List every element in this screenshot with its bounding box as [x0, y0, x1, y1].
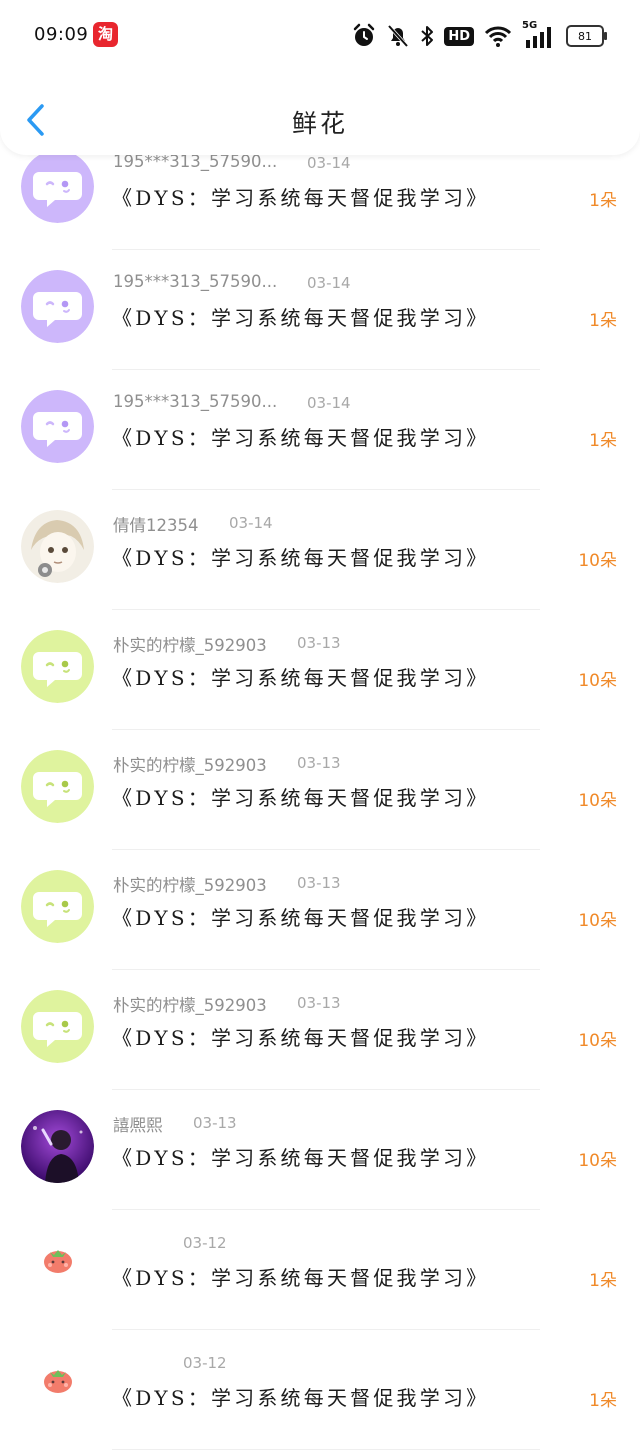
gift-date: 03-12 [183, 1234, 227, 1252]
flower-count: 10朵 [578, 911, 617, 931]
gift-date: 03-14 [307, 154, 351, 172]
flower-count: 10朵 [578, 551, 617, 571]
flower-count: 10朵 [578, 791, 617, 811]
flower-count: 1朵 [589, 431, 617, 451]
flower-count: 1朵 [589, 1391, 617, 1411]
flower-count: 1朵 [589, 311, 617, 331]
mute-bell-icon [388, 24, 409, 48]
avatar [21, 270, 94, 343]
book-title: 《DYS：学习系统每天督促我学习》 [112, 426, 490, 450]
list-item[interactable]: 195***313_57590... 03-14 《DYS：学习系统每天督促我学… [0, 370, 640, 490]
book-title: 《DYS：学习系统每天督促我学习》 [112, 1026, 490, 1050]
list-item[interactable]: 195***313_57590... 03-14 《DYS：学习系统每天督促我学… [0, 250, 640, 370]
gift-record-list: 195***313_57590... 03-14 《DYS：学习系统每天督促我学… [0, 130, 640, 1450]
user-name: 朴实的柠檬_592903 [113, 756, 267, 775]
alarm-icon [354, 23, 375, 46]
book-title: 《DYS：学习系统每天督促我学习》 [112, 306, 490, 330]
page-title: 鲜花 [291, 109, 348, 138]
avatar [38, 1240, 78, 1280]
avatar [21, 150, 94, 223]
user-name: 倩倩12354 [113, 516, 199, 535]
avatar [21, 990, 94, 1063]
avatar [21, 1110, 94, 1183]
list-item[interactable]: 03-12 《DYS：学习系统每天督促我学习》 1朵 [0, 1330, 640, 1450]
user-name: 朴实的柠檬_592903 [113, 636, 267, 655]
list-item[interactable]: 朴实的柠檬_592903 03-13 《DYS：学习系统每天督促我学习》 10朵 [0, 610, 640, 730]
book-title: 《DYS：学习系统每天督促我学习》 [112, 1146, 490, 1170]
gift-date: 03-13 [297, 634, 341, 652]
gift-date: 03-14 [307, 394, 351, 412]
avatar [21, 630, 94, 703]
book-title: 《DYS：学习系统每天督促我学习》 [112, 786, 490, 810]
flower-count: 10朵 [578, 671, 617, 691]
book-title: 《DYS：学习系统每天督促我学习》 [112, 1386, 490, 1410]
gift-date: 03-13 [297, 874, 341, 892]
gift-date: 03-13 [193, 1114, 237, 1132]
status-icons: HD 5G 81 [352, 20, 607, 50]
flower-count: 1朵 [589, 1271, 617, 1291]
avatar [21, 390, 94, 463]
list-item[interactable]: 倩倩12354 03-14 《DYS：学习系统每天督促我学习》 10朵 [0, 490, 640, 610]
battery-icon: 81 [566, 25, 607, 47]
avatar [21, 510, 94, 583]
book-title: 《DYS：学习系统每天督促我学习》 [112, 546, 490, 570]
user-name: 195***313_57590... [113, 272, 278, 291]
avatar [38, 1360, 78, 1400]
app-header: 09:09 淘 HD 5G 81 鲜花 [0, 0, 640, 155]
hd-voice-icon: HD [444, 26, 474, 46]
wifi-icon [484, 26, 512, 47]
gift-date: 03-14 [307, 274, 351, 292]
title-bar: 鲜花 [0, 88, 640, 152]
user-name: 譆熈熙 [113, 1116, 163, 1135]
gift-date: 03-14 [229, 514, 273, 532]
list-item[interactable]: 朴实的柠檬_592903 03-13 《DYS：学习系统每天督促我学习》 10朵 [0, 730, 640, 850]
user-name: 朴实的柠檬_592903 [113, 876, 267, 895]
user-name: 195***313_57590... [113, 392, 278, 411]
book-title: 《DYS：学习系统每天督促我学习》 [112, 186, 490, 210]
flower-count: 10朵 [578, 1151, 617, 1171]
taobao-app-icon: 淘 [93, 22, 118, 47]
avatar [21, 870, 94, 943]
book-title: 《DYS：学习系统每天督促我学习》 [112, 666, 490, 690]
avatar [21, 750, 94, 823]
status-time: 09:09 [34, 24, 89, 45]
user-name: 朴实的柠檬_592903 [113, 996, 267, 1015]
gift-date: 03-13 [297, 754, 341, 772]
signal-icon: 5G [522, 20, 556, 49]
bluetooth-icon [421, 26, 434, 46]
status-bar: 09:09 淘 HD 5G 81 [0, 0, 640, 72]
gift-date: 03-12 [183, 1354, 227, 1372]
list-item[interactable]: 03-12 《DYS：学习系统每天督促我学习》 1朵 [0, 1210, 640, 1330]
list-item[interactable]: 譆熈熙 03-13 《DYS：学习系统每天督促我学习》 10朵 [0, 1090, 640, 1210]
list-item[interactable]: 朴实的柠檬_592903 03-13 《DYS：学习系统每天督促我学习》 10朵 [0, 970, 640, 1090]
gift-date: 03-13 [297, 994, 341, 1012]
book-title: 《DYS：学习系统每天督促我学习》 [112, 906, 490, 930]
flower-count: 1朵 [589, 191, 617, 211]
book-title: 《DYS：学习系统每天督促我学习》 [112, 1266, 490, 1290]
list-item[interactable]: 朴实的柠檬_592903 03-13 《DYS：学习系统每天督促我学习》 10朵 [0, 850, 640, 970]
flower-count: 10朵 [578, 1031, 617, 1051]
